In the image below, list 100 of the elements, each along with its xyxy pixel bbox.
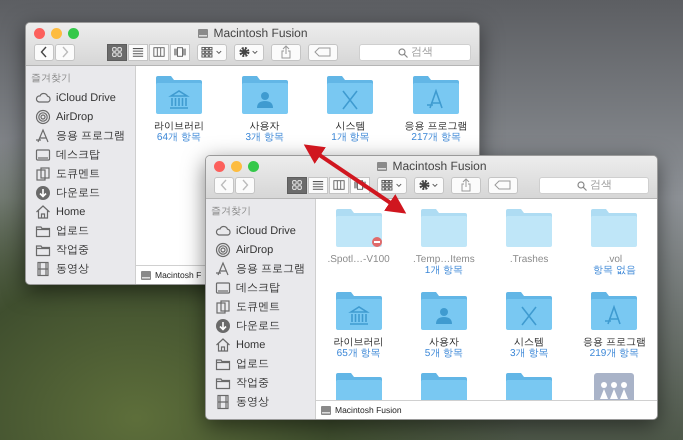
sidebar-item[interactable]: 동영상 xyxy=(211,392,315,411)
sidebar-item[interactable]: 다운로드 xyxy=(211,316,315,335)
tag-button[interactable] xyxy=(308,44,338,60)
list-view-icon xyxy=(132,45,144,59)
item-count: 항목 없음 xyxy=(592,265,636,276)
share-button[interactable] xyxy=(271,44,301,60)
action-button[interactable] xyxy=(414,176,444,194)
arrange-button[interactable] xyxy=(377,176,407,194)
sidebar-item[interactable]: Home xyxy=(211,335,315,354)
share-icon xyxy=(460,178,472,192)
view-button[interactable] xyxy=(308,176,328,194)
item-count: 5개 항목 xyxy=(424,348,464,359)
file-name[interactable]: 라이브러리 xyxy=(154,121,204,132)
tag-button[interactable] xyxy=(488,176,518,194)
documents-icon xyxy=(35,166,51,182)
view-button[interactable] xyxy=(107,44,127,60)
file-name[interactable]: .vol xyxy=(606,254,622,265)
x-folder-icon[interactable] xyxy=(325,74,376,116)
cover-flow-icon xyxy=(174,45,186,59)
arrange-button[interactable] xyxy=(197,44,227,60)
file-name[interactable]: 시스템 xyxy=(335,121,366,132)
grid-dropdown-icon xyxy=(201,45,223,59)
folder-icon[interactable] xyxy=(334,207,384,249)
film-icon xyxy=(215,394,231,410)
search-field[interactable]: 검색 xyxy=(539,176,649,194)
close-button[interactable] xyxy=(214,160,225,172)
sidebar-item[interactable]: 다운로드 xyxy=(31,183,135,202)
sidebar-heading: 즐겨찾기 xyxy=(211,205,252,218)
file-name[interactable]: 라이브러리 xyxy=(334,337,384,348)
file-name[interactable]: 응용 프로그램 xyxy=(404,121,468,132)
search-icon xyxy=(577,180,587,190)
file-name[interactable]: 응용 프로그램 xyxy=(582,337,646,348)
forward-button[interactable] xyxy=(235,176,255,194)
item-count: 1개 항목 xyxy=(424,265,464,276)
list-view-icon xyxy=(312,178,324,192)
zoom-button[interactable] xyxy=(248,160,259,172)
close-button[interactable] xyxy=(34,28,45,38)
sidebar-item[interactable]: 응용 프로그램 xyxy=(31,126,135,145)
sidebar-item[interactable]: 데스크탑 xyxy=(211,278,315,297)
item-count: 1개 항목 xyxy=(331,132,370,143)
file-name[interactable]: .Spotl…-V100 xyxy=(327,254,390,265)
tag-icon xyxy=(314,47,332,57)
library-folder-icon[interactable] xyxy=(154,74,204,116)
film-icon xyxy=(35,260,51,276)
column-view-icon xyxy=(333,178,345,192)
sidebar-item[interactable]: 데스크탑 xyxy=(31,145,135,164)
column-view-icon xyxy=(153,45,165,59)
item-count: 3개 항목 xyxy=(245,132,284,143)
sidebar-item[interactable]: 작업중 xyxy=(31,240,135,259)
sidebar-item[interactable]: AirDrop xyxy=(211,240,315,259)
view-button[interactable] xyxy=(149,44,169,60)
sidebar-item[interactable]: iCloud Drive xyxy=(211,221,315,240)
path-label[interactable]: Macintosh F xyxy=(155,270,202,280)
share-icon xyxy=(280,45,292,59)
view-button[interactable] xyxy=(170,44,190,60)
icon-view-icon xyxy=(291,178,303,192)
airdrop-icon xyxy=(215,242,231,258)
documents-icon xyxy=(215,298,231,314)
view-button[interactable] xyxy=(128,44,148,60)
item-count: 217개 항목 xyxy=(411,132,461,143)
item-count: 219개 항목 xyxy=(590,348,640,359)
view-button[interactable] xyxy=(329,176,349,194)
airdrop-icon xyxy=(35,108,51,124)
sidebar-item[interactable]: 업로드 xyxy=(31,221,135,240)
item-count: 64개 항목 xyxy=(156,132,201,143)
share-button[interactable] xyxy=(451,176,481,194)
file-name[interactable]: 사용자 xyxy=(250,121,280,132)
house-icon xyxy=(215,336,231,352)
sidebar-item[interactable]: Home xyxy=(31,202,135,221)
library-folder-icon[interactable] xyxy=(334,290,384,332)
file-name[interactable]: 시스템 xyxy=(514,337,544,348)
desktop-icon xyxy=(215,280,231,296)
desktop-icon xyxy=(35,146,51,162)
sidebar-item[interactable]: AirDrop xyxy=(31,107,135,126)
window-title: Macintosh Fusion xyxy=(392,159,487,173)
sidebar-item[interactable]: 도큐멘트 xyxy=(211,297,315,316)
search-field[interactable]: 검색 xyxy=(359,44,471,60)
x-folder-icon[interactable] xyxy=(504,290,554,332)
app-folder-icon[interactable] xyxy=(589,290,640,332)
app-folder-icon[interactable] xyxy=(411,74,462,116)
cover-flow-icon xyxy=(354,178,366,192)
back-button[interactable] xyxy=(34,44,54,60)
search-icon xyxy=(398,48,408,58)
chevron-left-icon xyxy=(40,46,48,58)
sidebar-item[interactable]: 작업중 xyxy=(211,373,315,392)
chevron-right-icon xyxy=(241,179,249,191)
user-folder-icon[interactable] xyxy=(240,74,290,116)
sidebar-item[interactable]: 업로드 xyxy=(211,354,315,373)
sidebar-item[interactable]: 도큐멘트 xyxy=(31,164,135,183)
zoom-button[interactable] xyxy=(68,28,79,38)
action-button[interactable] xyxy=(234,44,264,60)
path-label[interactable]: Macintosh Fusion xyxy=(335,405,402,415)
apps-icon xyxy=(35,128,51,144)
sidebar-item[interactable]: 응용 프로그램 xyxy=(211,259,315,278)
sidebar-item[interactable]: 동영상 xyxy=(31,259,135,278)
sidebar-item[interactable]: iCloud Drive xyxy=(31,88,135,107)
view-button[interactable] xyxy=(287,176,307,194)
file-name[interactable]: 사용자 xyxy=(428,337,459,348)
user-folder-icon[interactable] xyxy=(418,290,469,332)
item-count: 65개 항목 xyxy=(336,348,381,359)
